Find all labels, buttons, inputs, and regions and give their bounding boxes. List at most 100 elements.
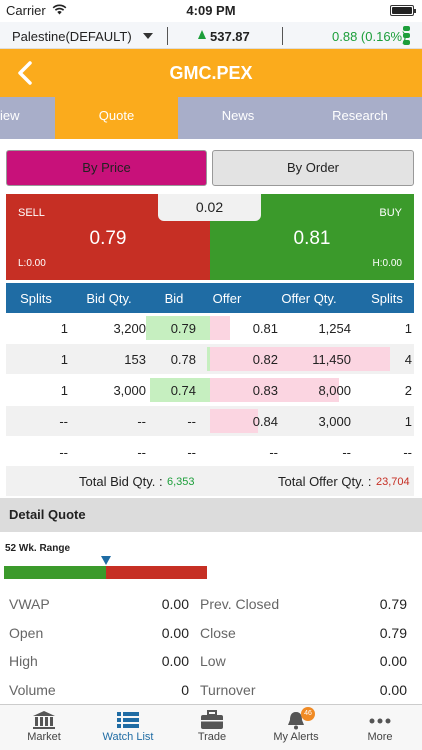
table-row[interactable]: 1 153 0.78 0.82 11,450 4 — [6, 344, 414, 374]
depth-cell-bid: 0.74 — [170, 383, 196, 398]
list-icon — [117, 712, 139, 728]
depth-cell-offer-qty: 1,254 — [318, 321, 351, 336]
offer-depth-bar — [210, 316, 230, 340]
total-bid-label: Total Bid Qty. : — [79, 474, 163, 489]
by-price-button[interactable]: By Price — [6, 150, 207, 186]
table-row[interactable]: 1 3,000 0.74 0.83 8,000 2 — [6, 375, 414, 405]
divider — [282, 27, 283, 45]
spread-value: 0.02 — [158, 194, 261, 221]
depth-cell-bid-qty: -- — [137, 414, 146, 429]
depth-cell-bid-splits: 1 — [60, 352, 68, 367]
depth-cell-offer: 0.82 — [252, 352, 278, 367]
buy-price: 0.81 — [293, 228, 331, 249]
range-bar — [4, 566, 207, 579]
bank-icon — [33, 711, 55, 729]
tab-watch-list[interactable]: Watch List — [86, 705, 170, 750]
detail-left-value: 0 — [181, 682, 189, 698]
depth-cell-bid-splits: -- — [59, 445, 68, 460]
market-selector[interactable]: Palestine(DEFAULT) — [12, 29, 132, 44]
depth-cell-bid: -- — [187, 445, 196, 460]
detail-right-value: 0.79 — [379, 596, 407, 612]
column-header: Offer Qty. — [281, 291, 337, 306]
table-row[interactable]: -- -- -- 0.84 3,000 1 — [6, 406, 414, 436]
depth-cell-bid-qty: 3,000 — [113, 383, 146, 398]
depth-cell-offer-qty: 8,000 — [318, 383, 351, 398]
depth-cell-bid-splits: 1 — [60, 383, 68, 398]
detail-left-label: VWAP — [9, 596, 50, 612]
tab-trade[interactable]: Trade — [170, 705, 254, 750]
detail-left-value: 0.00 — [161, 653, 189, 669]
detail-quote-header[interactable]: Detail Quote — [0, 498, 422, 532]
total-offer-value: 23,704 — [376, 476, 410, 488]
detail-right-label: Close — [200, 625, 236, 641]
market-bar: Palestine(DEFAULT) 537.87 0.88 (0.16%) — [0, 22, 422, 49]
buy-label: BUY — [379, 207, 402, 219]
detail-row: High 0.00 Low 0.00 — [0, 647, 422, 675]
tab-label: Market — [27, 731, 61, 743]
low-value: L:0.00 — [18, 258, 46, 269]
depth-cell-bid: -- — [187, 414, 196, 429]
detail-right-value: 0.00 — [379, 653, 407, 669]
depth-cell-offer-qty: -- — [342, 445, 351, 460]
clock: 4:09 PM — [186, 3, 236, 18]
tab-market[interactable]: Market — [2, 705, 86, 750]
depth-cell-offer-splits: -- — [403, 445, 412, 460]
offer-depth-bar — [210, 347, 390, 371]
tab-strip: iew Quote News Research — [0, 97, 422, 139]
depth-cell-offer-splits: 1 — [404, 414, 412, 429]
detail-right-value: 0.79 — [379, 625, 407, 641]
arrow-up-icon — [198, 30, 206, 39]
tab-more[interactable]: More — [338, 705, 422, 750]
detail-right-label: Turnover — [200, 682, 256, 698]
detail-left-label: High — [9, 653, 38, 669]
depth-cell-offer: 0.84 — [252, 414, 278, 429]
column-header: Bid Qty. — [86, 291, 132, 306]
detail-left-value: 0.00 — [161, 625, 189, 641]
detail-left-label: Volume — [9, 682, 56, 698]
detail-left-label: Open — [9, 625, 44, 641]
table-row[interactable]: 1 3,200 0.79 0.81 1,254 1 — [6, 313, 414, 343]
divider — [167, 27, 168, 45]
by-order-button[interactable]: By Order — [212, 150, 414, 186]
market-change: 0.88 (0.16%) — [332, 29, 407, 44]
detail-left-value: 0.00 — [161, 596, 189, 612]
tab-overview[interactable]: iew — [0, 97, 54, 139]
detail-right-value: 0.00 — [379, 682, 407, 698]
battery-icon — [390, 5, 416, 16]
total-bid-value: 6,353 — [167, 476, 195, 488]
tab-label: More — [367, 731, 393, 743]
depth-cell-bid-qty: 3,200 — [113, 321, 146, 336]
depth-cell-offer-splits: 2 — [404, 383, 412, 398]
status-bar: Carrier 4:09 PM — [0, 0, 422, 22]
table-row[interactable]: -- -- -- -- -- -- — [6, 437, 414, 467]
tab-label: My Alerts — [273, 731, 319, 743]
sell-price: 0.79 — [89, 228, 127, 249]
depth-cell-bid-splits: -- — [59, 414, 68, 429]
depth-cell-offer: 0.83 — [252, 383, 278, 398]
sell-label: SELL — [18, 207, 45, 219]
market-status-icon[interactable] — [403, 26, 410, 47]
depth-cell-bid: 0.79 — [170, 321, 196, 336]
tab-research[interactable]: Research — [298, 97, 422, 139]
tab-label: Watch List — [102, 731, 154, 743]
tab-my-alerts[interactable]: 46 My Alerts — [254, 705, 338, 750]
detail-row: VWAP 0.00 Prev. Closed 0.79 — [0, 590, 422, 618]
depth-cell-bid-qty: -- — [137, 445, 146, 460]
depth-cell-bid: 0.78 — [170, 352, 196, 367]
tab-news[interactable]: News — [178, 97, 298, 139]
totals-row: Total Bid Qty. : 6,353 Total Offer Qty. … — [6, 466, 414, 496]
offer-depth-bar — [210, 409, 258, 433]
chevron-down-icon[interactable] — [143, 33, 153, 39]
column-header: Splits — [371, 291, 403, 306]
market-index: 537.87 — [210, 29, 250, 44]
range-marker-icon — [101, 556, 111, 565]
depth-cell-offer-splits: 4 — [404, 352, 412, 367]
total-offer-label: Total Offer Qty. : — [278, 474, 372, 489]
tab-quote[interactable]: Quote — [55, 97, 178, 139]
depth-cell-offer: -- — [269, 445, 278, 460]
alerts-badge: 46 — [301, 707, 315, 721]
range-label: 52 Wk. Range — [5, 543, 71, 554]
tab-label: Trade — [197, 731, 227, 743]
detail-row: Volume 0 Turnover 0.00 — [0, 676, 422, 704]
column-header: Splits — [20, 291, 52, 306]
